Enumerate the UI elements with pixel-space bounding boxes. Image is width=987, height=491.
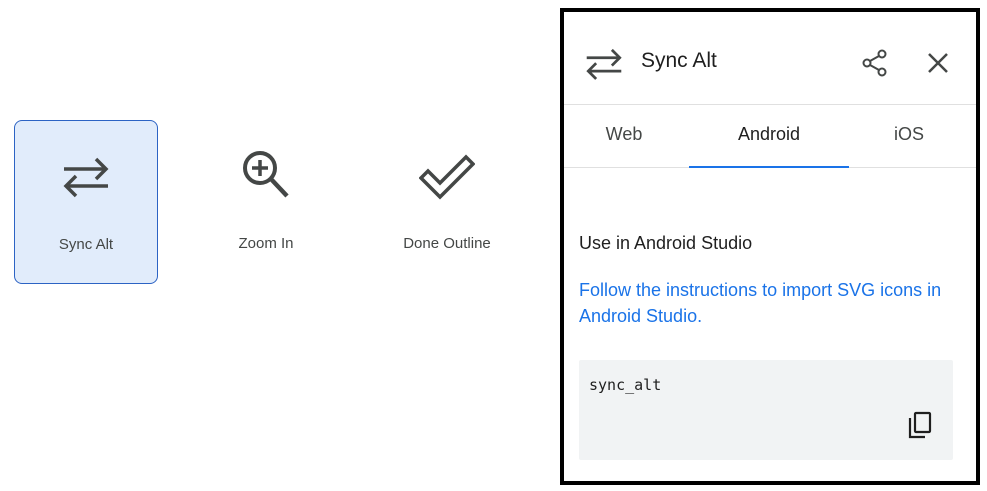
icon-detail-panel: Sync Alt Web Android iOS Use in Android … xyxy=(560,8,980,485)
icon-card-label: Done Outline xyxy=(403,235,491,252)
tab-android[interactable]: Android xyxy=(689,104,849,168)
icon-card-label: Zoom In xyxy=(238,235,294,252)
tab-ios[interactable]: iOS xyxy=(854,104,964,167)
zoom-in-icon xyxy=(243,151,289,198)
icon-grid: Sync Alt Zoom In Done Outline xyxy=(0,0,560,491)
icon-card-sync-alt[interactable]: Sync Alt xyxy=(14,120,158,284)
section-title: Use in Android Studio xyxy=(579,233,753,253)
icon-card-done-outline[interactable]: Done Outline xyxy=(375,120,519,284)
close-icon[interactable] xyxy=(923,48,953,78)
sync-alt-icon xyxy=(63,157,109,198)
instructions-link[interactable]: Follow the instructions to import SVG ic… xyxy=(579,277,964,329)
icon-card-label: Sync Alt xyxy=(58,236,114,253)
copy-icon[interactable] xyxy=(906,410,934,440)
code-block: sync_alt xyxy=(579,360,953,460)
panel-title: Sync Alt xyxy=(641,49,717,72)
share-icon[interactable] xyxy=(860,48,890,78)
code-text: sync_alt xyxy=(589,376,662,394)
tab-web[interactable]: Web xyxy=(564,104,684,167)
panel-header: Sync Alt xyxy=(564,12,976,105)
done-outline-icon xyxy=(419,154,475,200)
platform-tabs: Web Android iOS xyxy=(564,104,976,168)
sync-alt-icon xyxy=(586,48,622,80)
icon-card-zoom-in[interactable]: Zoom In xyxy=(194,120,338,284)
